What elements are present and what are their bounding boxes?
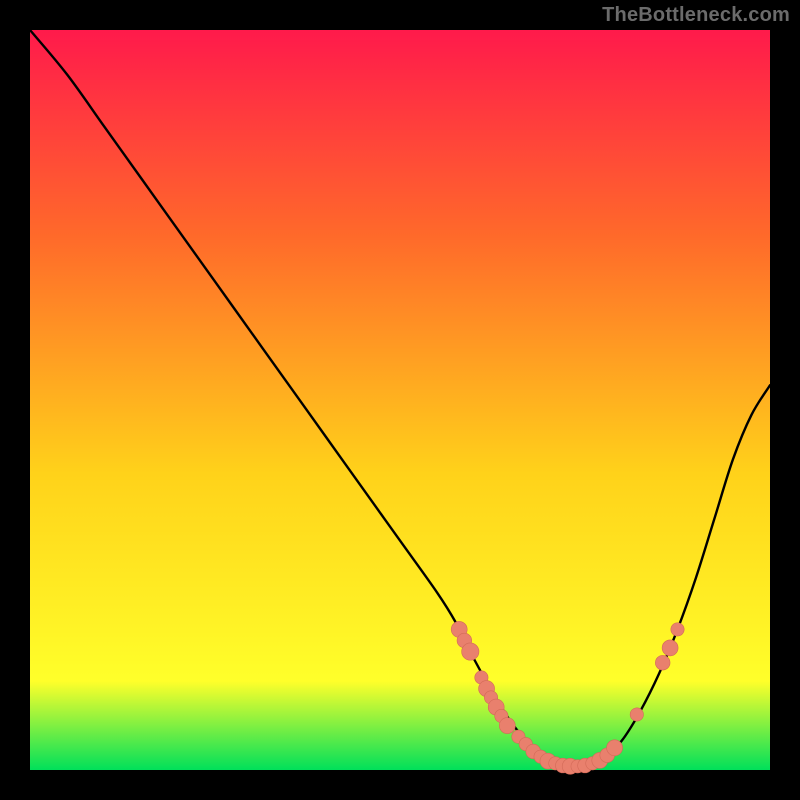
curve-marker xyxy=(630,708,643,721)
curve-marker xyxy=(499,718,515,734)
bottleneck-chart xyxy=(0,0,800,800)
curve-marker xyxy=(662,640,678,656)
curve-marker xyxy=(655,655,670,670)
watermark-text: TheBottleneck.com xyxy=(602,4,790,27)
curve-marker xyxy=(462,643,479,660)
curve-marker xyxy=(607,740,623,756)
curve-marker xyxy=(671,623,684,636)
chart-container: TheBottleneck.com xyxy=(0,0,800,800)
